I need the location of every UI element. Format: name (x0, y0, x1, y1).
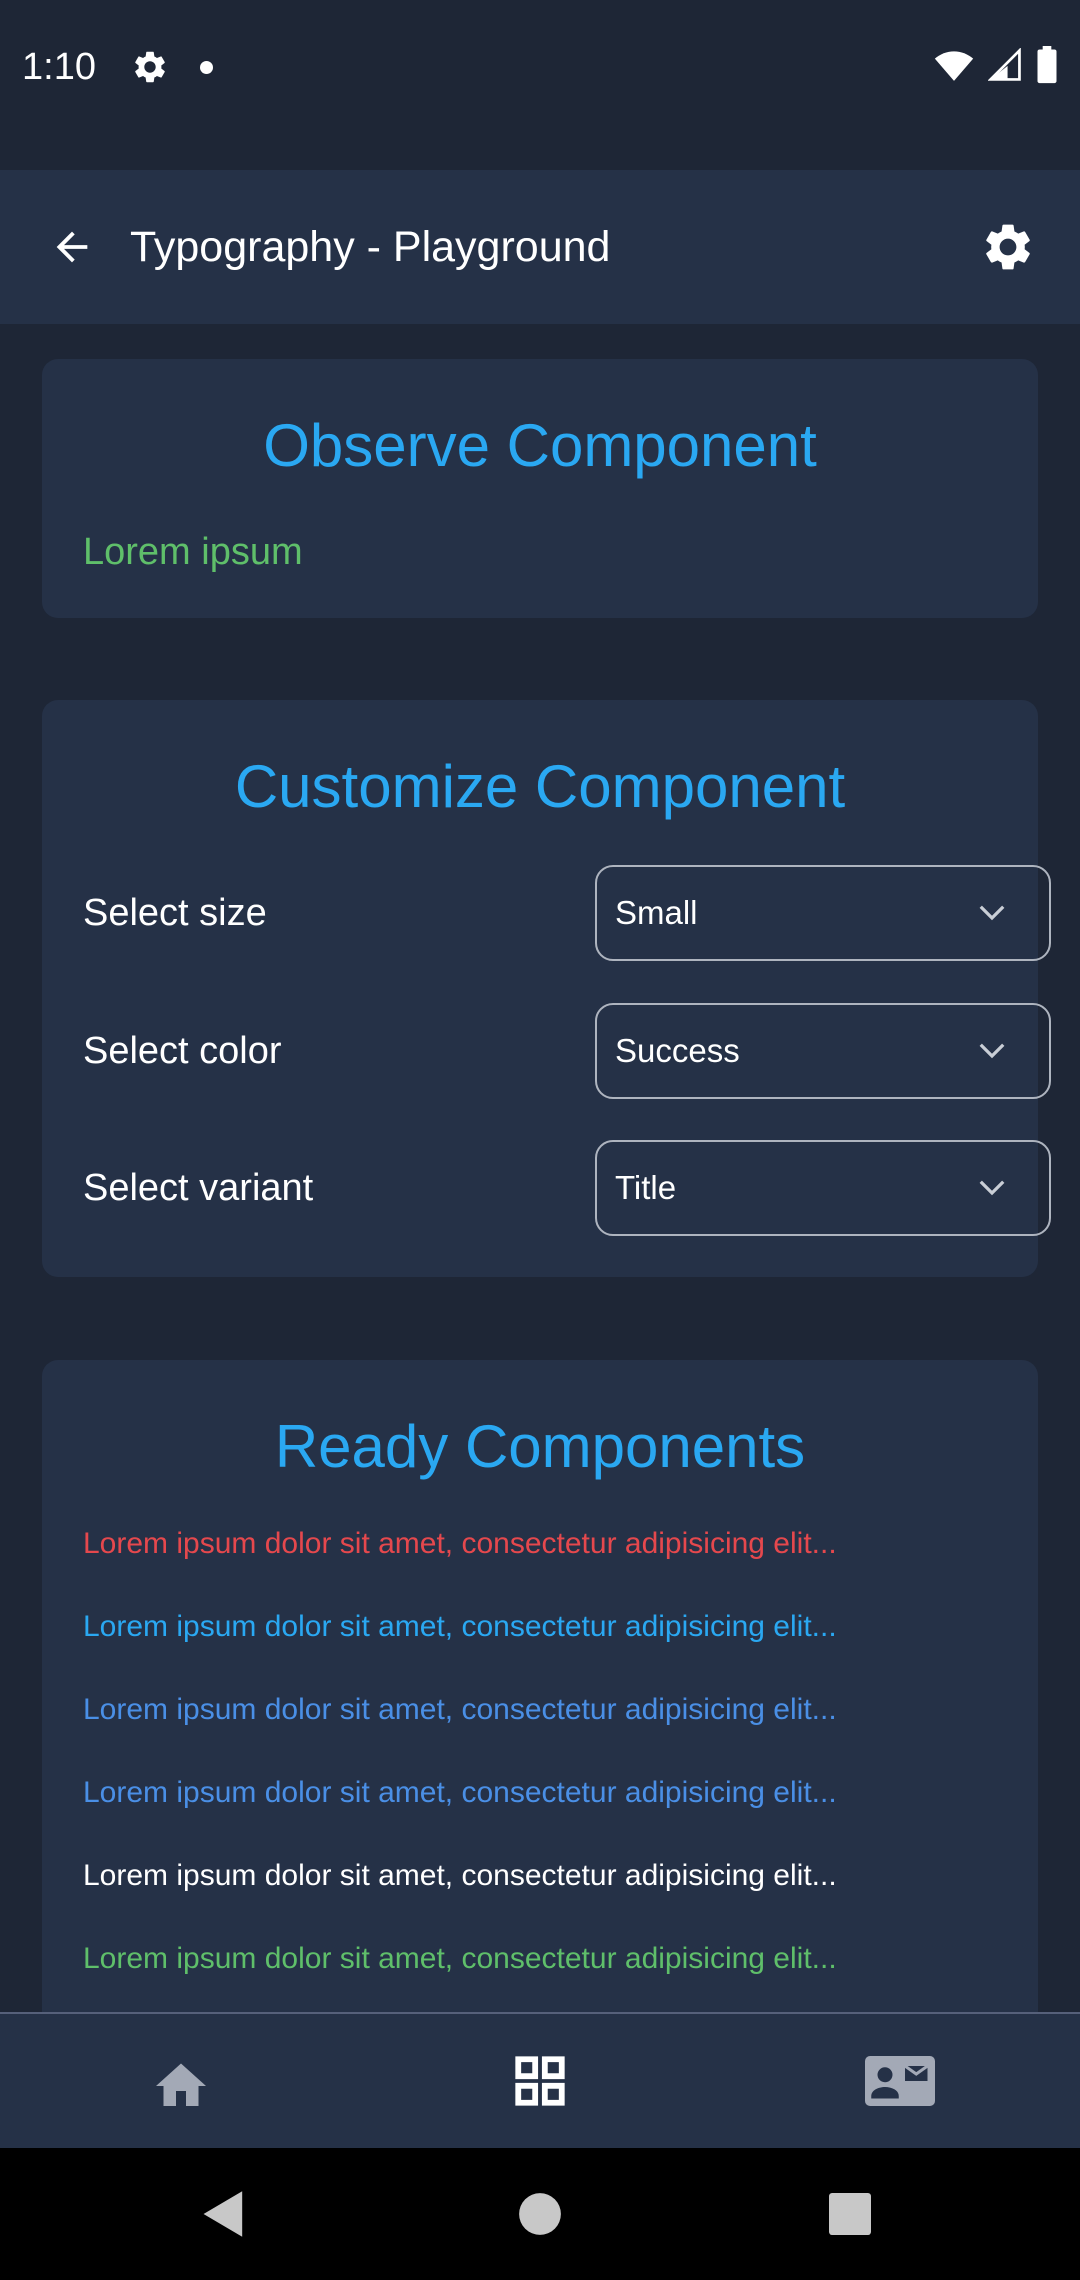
battery-icon (1036, 45, 1058, 89)
observe-component-card: Observe Component Lorem ipsum (42, 359, 1038, 618)
settings-button[interactable] (976, 215, 1040, 279)
chevron-down-icon (979, 1180, 1005, 1196)
ready-card-title: Ready Components (274, 1413, 806, 1480)
size-select-value: Small (615, 894, 698, 931)
bottom-nav (0, 2012, 1080, 2148)
system-nav-bar (0, 2148, 1080, 2280)
app-bar: Typography - Playground (0, 170, 1080, 324)
system-recents-button[interactable] (816, 2180, 884, 2248)
back-button[interactable] (40, 215, 104, 279)
color-label: Select color (83, 1029, 282, 1072)
chevron-down-icon (979, 1043, 1005, 1059)
home-icon (156, 2063, 206, 2106)
status-time: 1:10 (22, 45, 96, 88)
recents-square-icon (829, 2193, 871, 2235)
ready-line-default: Lorem ipsum dolor sit amet, consectetur … (83, 1859, 837, 1892)
page-title: Typography - Playground (130, 222, 611, 271)
customize-card-title: Customize Component (234, 753, 846, 820)
nav-home[interactable] (81, 2014, 281, 2148)
signal-icon (987, 46, 1022, 87)
variant-select-value: Title (615, 1169, 677, 1206)
status-right-icons (934, 45, 1058, 89)
grid-icon (515, 2056, 565, 2106)
arrow-back-icon (56, 231, 88, 263)
ready-line-primary: Lorem ipsum dolor sit amet, consectetur … (83, 1610, 837, 1643)
size-row: Select size Small (83, 865, 1051, 961)
size-label: Select size (83, 891, 267, 934)
notification-dot-icon (199, 60, 213, 74)
color-select[interactable]: Success (595, 1003, 1051, 1099)
observe-card-title: Observe Component (263, 412, 817, 479)
gear-icon (986, 224, 1030, 270)
back-triangle-icon (203, 2191, 243, 2237)
size-select[interactable]: Small (595, 865, 1051, 961)
nav-contact[interactable] (800, 2014, 1000, 2148)
customize-component-card: Customize Component Select size Small Se… (42, 700, 1051, 1277)
system-home-button[interactable] (506, 2180, 574, 2248)
color-row: Select color Success (83, 1003, 1051, 1099)
variant-select[interactable]: Title (595, 1140, 1051, 1236)
system-back-button[interactable] (190, 2180, 258, 2248)
nav-components[interactable] (440, 2014, 640, 2148)
wifi-icon (934, 48, 974, 87)
ready-components-card: Ready Components Lorem ipsum dolor sit a… (42, 1360, 1038, 2020)
variant-label: Select variant (83, 1166, 314, 1209)
ready-line-info: Lorem ipsum dolor sit amet, consectetur … (83, 1693, 837, 1726)
ready-line-danger: Lorem ipsum dolor sit amet, consectetur … (83, 1527, 837, 1560)
contact-mail-icon (865, 2056, 935, 2106)
ready-line-secondary: Lorem ipsum dolor sit amet, consectetur … (83, 1776, 837, 1809)
home-circle-icon (519, 2193, 561, 2235)
ready-line-success: Lorem ipsum dolor sit amet, consectetur … (83, 1942, 837, 1975)
settings-status-icon (130, 47, 170, 87)
color-select-value: Success (615, 1032, 740, 1069)
status-bar: 1:10 (0, 0, 1080, 134)
variant-row: Select variant Title (83, 1140, 1051, 1236)
chevron-down-icon (979, 905, 1005, 921)
screen: 1:10 Typography - Playground Observe Com… (0, 0, 1080, 2280)
observe-preview-text: Lorem ipsum (83, 531, 303, 573)
